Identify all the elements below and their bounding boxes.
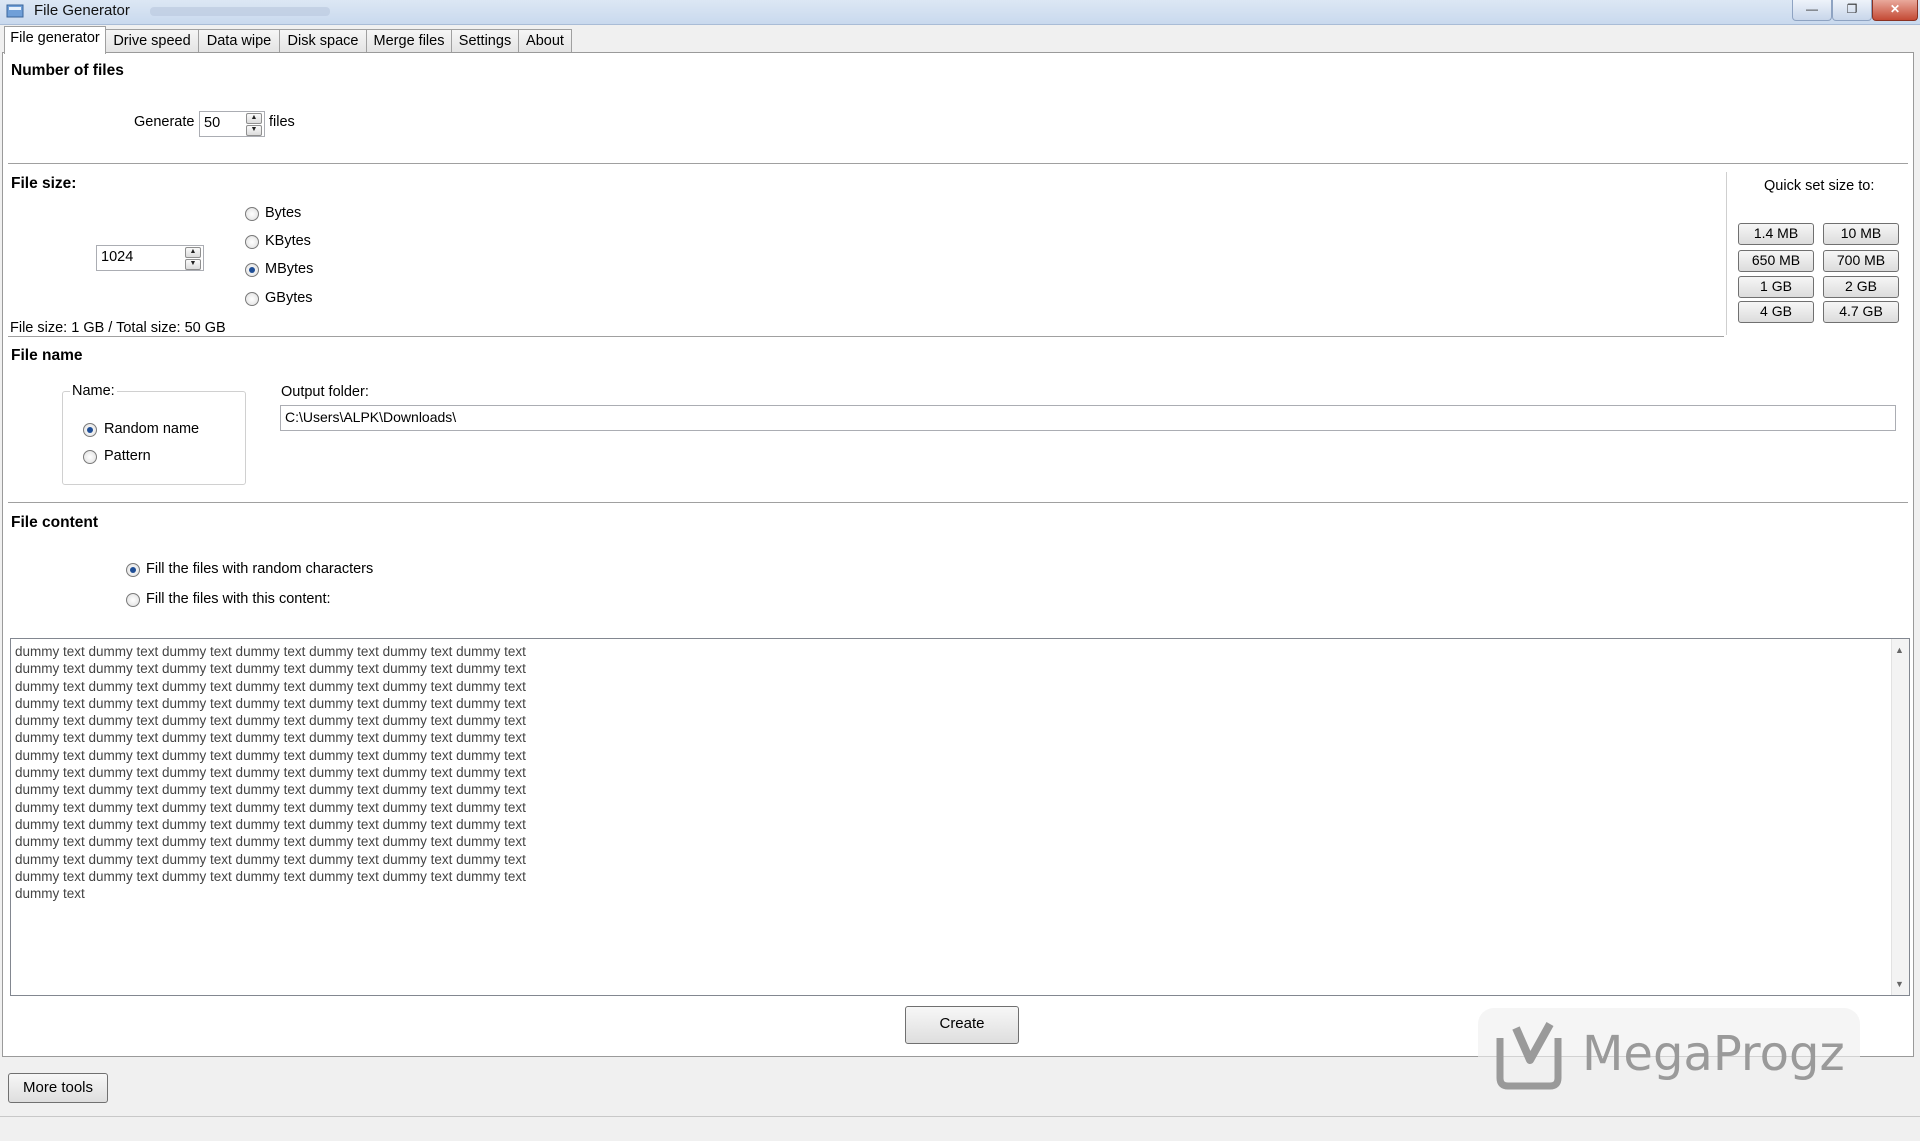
minimize-button[interactable]: —	[1792, 0, 1832, 21]
quick-size-2gb-button[interactable]: 2 GB	[1823, 276, 1899, 298]
files-suffix-label: files	[269, 114, 295, 130]
quick-size-4-7gb-button[interactable]: 4.7 GB	[1823, 301, 1899, 323]
unit-bytes-label[interactable]: Bytes	[265, 205, 301, 221]
tab-merge-files[interactable]: Merge files	[366, 29, 452, 53]
restore-button[interactable]: ❐	[1832, 0, 1872, 21]
unit-bytes-radio[interactable]	[245, 207, 259, 221]
file-size-stepper[interactable]: 1024 ▲ ▼	[96, 245, 204, 271]
random-name-radio[interactable]	[83, 423, 97, 437]
megaprogz-logo-icon	[1496, 1022, 1562, 1090]
content-textarea[interactable]: dummy text dummy text dummy text dummy t…	[10, 638, 1910, 996]
unit-mbytes-radio[interactable]	[245, 263, 259, 277]
decrement-icon[interactable]: ▼	[185, 259, 201, 270]
watermark-text: MegaProgz	[1582, 1026, 1845, 1082]
section-divider	[8, 163, 1908, 165]
unit-kbytes-radio[interactable]	[245, 235, 259, 249]
title-blur	[150, 7, 330, 16]
scroll-down-icon[interactable]: ▼	[1895, 979, 1904, 989]
unit-mbytes-label[interactable]: MBytes	[265, 261, 313, 277]
app-icon	[6, 4, 24, 18]
quick-size-650mb-button[interactable]: 650 MB	[1738, 250, 1814, 272]
name-group-label: Name:	[70, 383, 117, 399]
custom-content-label[interactable]: Fill the files with this content:	[146, 591, 331, 607]
output-folder-label: Output folder:	[281, 384, 369, 400]
pattern-label[interactable]: Pattern	[104, 448, 151, 464]
output-folder-field[interactable]: C:\Users\ALPK\Downloads\	[280, 405, 1896, 431]
custom-content-radio[interactable]	[126, 593, 140, 607]
pattern-radio[interactable]	[83, 450, 97, 464]
file-size-arrows[interactable]: ▲ ▼	[185, 247, 201, 270]
quick-size-4gb-button[interactable]: 4 GB	[1738, 301, 1814, 323]
content-scrollbar[interactable]: ▲ ▼	[1891, 639, 1909, 995]
file-size-value: 1024	[101, 249, 134, 265]
tab-data-wipe[interactable]: Data wipe	[198, 29, 280, 53]
increment-icon[interactable]: ▲	[185, 247, 201, 258]
output-folder-value: C:\Users\ALPK\Downloads\	[285, 409, 457, 425]
quick-size-1-4mb-button[interactable]: 1.4 MB	[1738, 223, 1814, 245]
unit-gbytes-label[interactable]: GBytes	[265, 290, 313, 306]
quick-size-1gb-button[interactable]: 1 GB	[1738, 276, 1814, 298]
tab-drive-speed[interactable]: Drive speed	[105, 29, 199, 53]
window-title: File Generator	[34, 2, 130, 19]
quick-size-700mb-button[interactable]: 700 MB	[1823, 250, 1899, 272]
tab-file-generator[interactable]: File generator	[4, 26, 106, 54]
file-size-heading: File size:	[11, 175, 77, 192]
file-count-value: 50	[204, 115, 221, 131]
random-characters-radio[interactable]	[126, 563, 140, 577]
file-count-arrows[interactable]: ▲ ▼	[246, 113, 262, 136]
size-summary: File size: 1 GB / Total size: 50 GB	[10, 320, 226, 336]
file-content-heading: File content	[11, 514, 98, 531]
content-text: dummy text dummy text dummy text dummy t…	[15, 644, 526, 902]
more-tools-button[interactable]: More tools	[8, 1073, 108, 1103]
quick-size-10mb-button[interactable]: 10 MB	[1823, 223, 1899, 245]
random-characters-label[interactable]: Fill the files with random characters	[146, 561, 373, 577]
watermark: MegaProgz	[1478, 1008, 1860, 1103]
unit-kbytes-label[interactable]: KBytes	[265, 233, 311, 249]
status-bar	[0, 1116, 1920, 1141]
decrement-icon[interactable]: ▼	[246, 125, 262, 136]
name-groupbox	[62, 391, 246, 485]
tab-settings[interactable]: Settings	[451, 29, 519, 53]
scroll-up-icon[interactable]: ▲	[1895, 645, 1904, 655]
increment-icon[interactable]: ▲	[246, 113, 262, 124]
section-divider	[8, 502, 1908, 504]
create-button[interactable]: Create	[905, 1006, 1019, 1044]
unit-gbytes-radio[interactable]	[245, 292, 259, 306]
tab-disk-space[interactable]: Disk space	[279, 29, 367, 53]
random-name-label[interactable]: Random name	[104, 421, 199, 437]
section-divider	[8, 336, 1724, 338]
quick-set-label: Quick set size to:	[1764, 178, 1875, 194]
tab-about[interactable]: About	[518, 29, 572, 53]
number-of-files-heading: Number of files	[11, 62, 124, 79]
generate-label: Generate	[134, 114, 195, 130]
close-button[interactable]: ✕	[1872, 0, 1918, 21]
file-count-stepper[interactable]: 50 ▲ ▼	[199, 111, 265, 137]
file-name-heading: File name	[11, 347, 83, 364]
title-bar: File Generator — ❐ ✕	[0, 0, 1920, 25]
